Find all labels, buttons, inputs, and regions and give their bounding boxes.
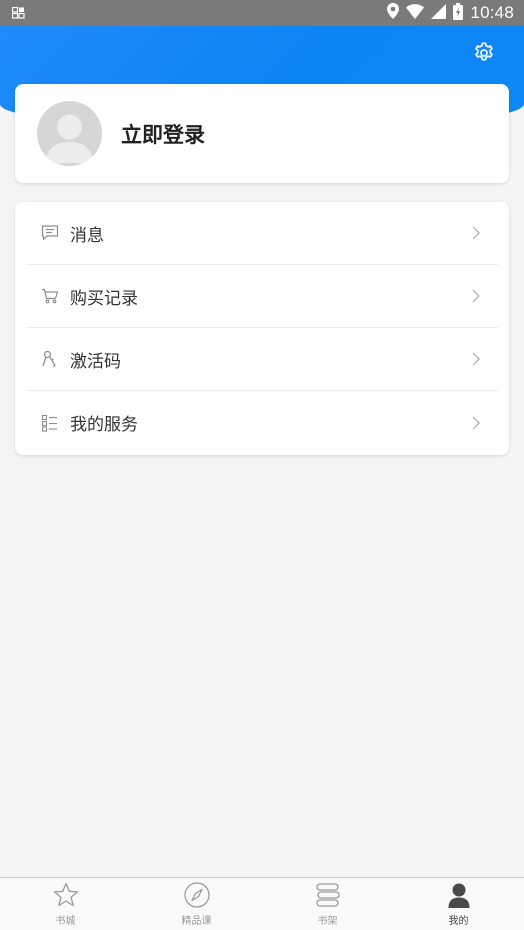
menu-item-label: 购买记录 xyxy=(70,288,138,309)
tab-bookshelf[interactable]: 书架 xyxy=(262,878,393,930)
menu-item-label: 消息 xyxy=(70,225,104,246)
bottom-tab-bar: 书城 精品课 书架 我的 xyxy=(0,877,524,930)
bookshelf-icon xyxy=(314,881,342,909)
battery-icon xyxy=(453,2,464,24)
default-avatar-icon xyxy=(37,101,102,166)
signal-icon xyxy=(431,3,447,23)
chevron-right-icon xyxy=(470,351,482,367)
tab-label: 书架 xyxy=(317,916,338,927)
status-right: 10:48 xyxy=(387,2,514,24)
menu-item-messages[interactable]: 消息 xyxy=(26,202,498,265)
menu-card: 消息 购买记录 激活码 我的服务 xyxy=(15,202,509,455)
status-bar: 10:48 xyxy=(0,0,524,26)
chevron-right-icon xyxy=(470,225,482,241)
avatar[interactable] xyxy=(37,101,102,166)
menu-item-purchase-history[interactable]: 购买记录 xyxy=(26,265,498,328)
menu-item-activation-code[interactable]: 激活码 xyxy=(26,328,498,391)
tab-bookstore[interactable]: 书城 xyxy=(0,878,131,930)
tab-label: 精品课 xyxy=(181,916,212,927)
notification-icon xyxy=(11,4,25,23)
login-label[interactable]: 立即登录 xyxy=(121,119,205,149)
user-icon xyxy=(445,881,473,909)
message-icon xyxy=(40,223,60,243)
star-icon xyxy=(52,881,80,909)
menu-item-label: 激活码 xyxy=(70,351,121,372)
gear-icon xyxy=(473,41,495,67)
location-icon xyxy=(387,3,400,23)
status-time: 10:48 xyxy=(470,3,514,22)
compass-icon xyxy=(183,881,211,909)
chevron-right-icon xyxy=(470,415,482,431)
tab-courses[interactable]: 精品课 xyxy=(131,878,262,930)
service-list-icon xyxy=(40,413,60,433)
key-icon xyxy=(40,349,60,369)
profile-card[interactable]: 立即登录 xyxy=(15,84,509,183)
tab-mine[interactable]: 我的 xyxy=(393,878,524,930)
settings-button[interactable] xyxy=(472,42,496,66)
status-left xyxy=(11,4,25,23)
menu-item-label: 我的服务 xyxy=(70,415,138,435)
tab-label: 我的 xyxy=(448,916,469,927)
menu-item-my-services[interactable]: 我的服务 xyxy=(26,391,498,454)
cart-icon xyxy=(40,286,60,306)
screen: 10:48 立即登录 消息 购买记录 激活码 我的服务 书城 精品课 书架 我的 xyxy=(0,0,524,930)
wifi-icon xyxy=(406,3,425,23)
tab-label: 书城 xyxy=(55,916,76,927)
chevron-right-icon xyxy=(470,288,482,304)
